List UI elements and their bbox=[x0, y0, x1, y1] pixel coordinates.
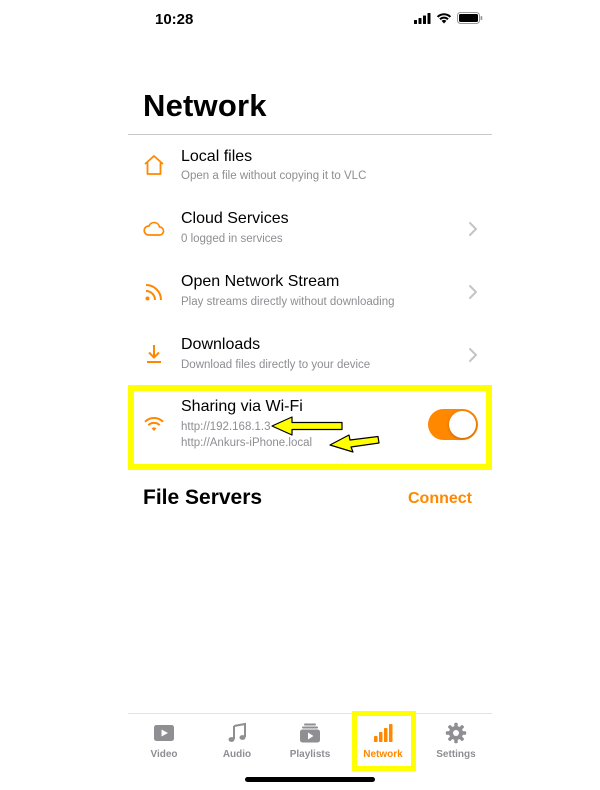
row-subtitle: 0 logged in services bbox=[181, 233, 283, 245]
home-icon bbox=[144, 155, 164, 175]
tab-bar: Video Audio Playlists Network Settings bbox=[128, 713, 492, 769]
tab-label: Settings bbox=[436, 749, 476, 760]
tab-audio[interactable]: Audio bbox=[201, 714, 273, 770]
file-servers-title: File Servers bbox=[143, 486, 263, 509]
status-time: 10:28 bbox=[155, 11, 194, 28]
tab-playlists[interactable]: Playlists bbox=[274, 714, 346, 770]
downloads-row[interactable]: Downloads Download files directly to you… bbox=[128, 324, 492, 386]
music-note-icon bbox=[228, 722, 246, 742]
tab-video[interactable]: Video bbox=[128, 714, 200, 770]
download-icon bbox=[147, 345, 161, 363]
cloud-services-row[interactable]: Cloud Services 0 logged in services bbox=[128, 198, 492, 260]
row-title: Open Network Stream bbox=[181, 273, 340, 290]
network-tab-highlight bbox=[352, 711, 416, 771]
tab-label: Video bbox=[150, 749, 178, 760]
row-subtitle: Download files directly to your device bbox=[181, 359, 371, 371]
status-icons bbox=[414, 12, 483, 24]
chevron-right-icon bbox=[469, 285, 477, 299]
video-icon bbox=[154, 725, 174, 741]
connect-button[interactable]: Connect bbox=[408, 490, 472, 508]
tab-label: Playlists bbox=[289, 749, 331, 760]
home-indicator bbox=[245, 777, 375, 782]
row-title: Downloads bbox=[181, 336, 261, 353]
page-title: Network bbox=[143, 88, 267, 123]
open-network-stream-row[interactable]: Open Network Stream Play streams directl… bbox=[128, 261, 492, 323]
rss-icon bbox=[145, 284, 162, 301]
tab-settings[interactable]: Settings bbox=[420, 714, 492, 770]
cellular-signal-icon bbox=[414, 12, 431, 24]
gear-icon bbox=[445, 722, 467, 744]
tab-label: Audio bbox=[222, 749, 252, 760]
playlist-icon bbox=[300, 723, 320, 743]
cloud-icon bbox=[143, 221, 165, 236]
local-files-row[interactable]: Local files Open a file without copying … bbox=[128, 135, 492, 197]
row-subtitle: Open a file without copying it to VLC bbox=[181, 170, 367, 182]
chevron-right-icon bbox=[469, 222, 477, 236]
chevron-right-icon bbox=[469, 348, 477, 362]
status-bar: 10:28 bbox=[0, 0, 600, 40]
row-subtitle: Play streams directly without downloadin… bbox=[181, 296, 395, 308]
wifi-status-icon bbox=[436, 13, 452, 24]
wifi-sharing-highlight bbox=[128, 385, 492, 470]
battery-icon bbox=[457, 12, 483, 24]
row-title: Local files bbox=[181, 148, 253, 165]
row-title: Cloud Services bbox=[181, 210, 289, 227]
